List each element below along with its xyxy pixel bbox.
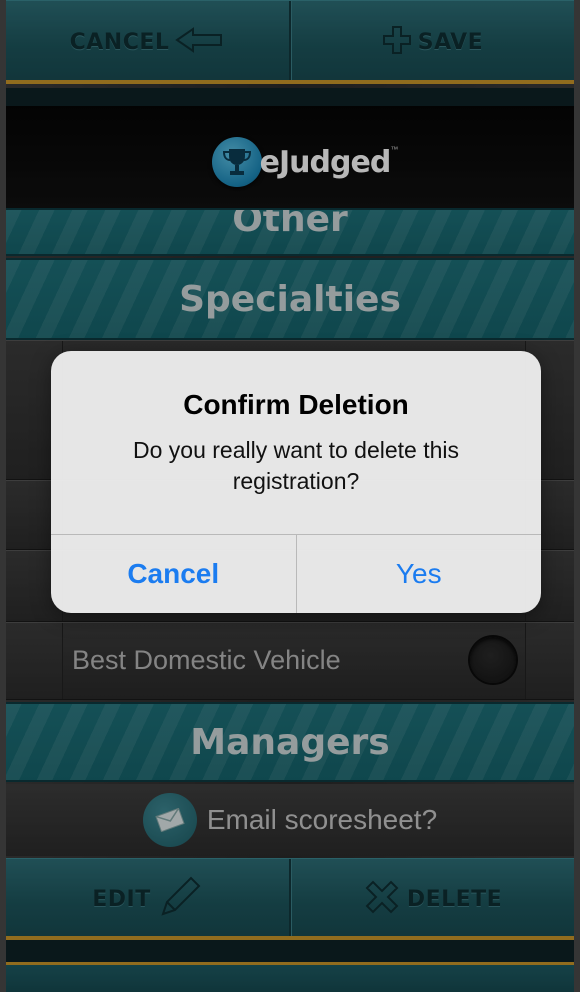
dialog-yes-button[interactable]: Yes [295,535,542,613]
confirm-deletion-dialog: Confirm Deletion Do you really want to d… [51,351,541,613]
dialog-buttons: Cancel Yes [51,534,541,613]
dialog-message: Do you really want to delete this regist… [132,437,459,494]
dialog-body: Confirm Deletion Do you really want to d… [51,351,541,534]
dialog-title: Confirm Deletion [183,389,409,420]
dialog-cancel-button[interactable]: Cancel [51,535,296,613]
